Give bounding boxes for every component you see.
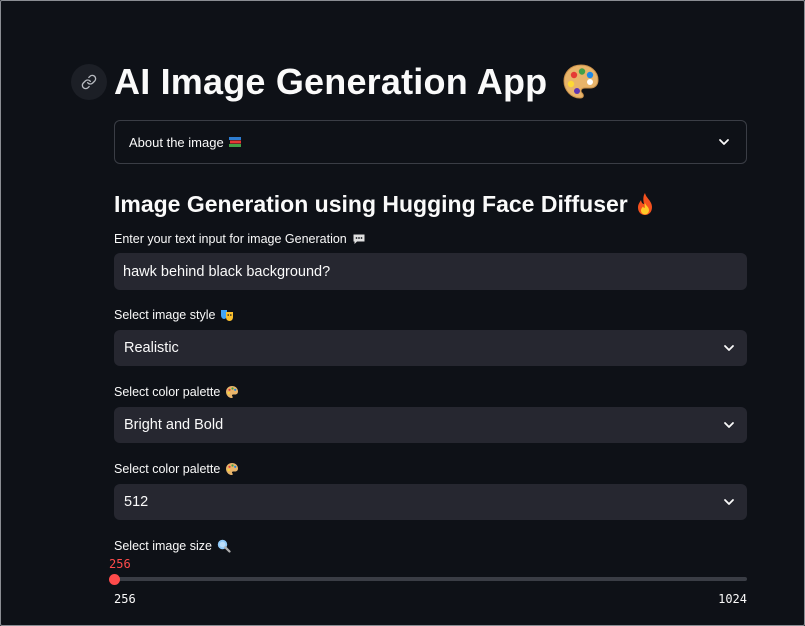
resolution-select-value: 512 — [124, 494, 149, 510]
palette-select[interactable]: Bright and Bold — [114, 407, 747, 443]
resolution-select-widget: Select color palette 512 — [114, 460, 747, 520]
fire-icon — [637, 193, 652, 215]
size-slider-label: Select image size — [114, 539, 212, 553]
main-content: AI Image Generation App About the image — [109, 57, 747, 615]
text-input-widget: Enter your text input for image Generati… — [114, 230, 747, 290]
books-icon — [228, 137, 241, 147]
chevron-down-icon — [724, 345, 734, 351]
about-image-expander[interactable]: About the image — [114, 120, 747, 164]
artist-palette-icon — [226, 386, 239, 398]
size-slider-label-row: Select image size — [114, 537, 747, 555]
magnifying-glass-icon — [217, 539, 231, 553]
style-select-label-row: Select image style — [114, 306, 747, 324]
slider-thumb[interactable] — [109, 574, 120, 585]
artist-palette-icon — [226, 463, 239, 475]
chevron-down-icon — [724, 499, 734, 505]
page-title: AI Image Generation App — [114, 61, 548, 102]
text-input-label: Enter your text input for image Generati… — [114, 232, 347, 246]
slider-max-label: 1024 — [718, 592, 747, 606]
palette-select-label: Select color palette — [114, 385, 221, 399]
palette-select-label-row: Select color palette — [114, 383, 747, 401]
expander-label-group: About the image — [129, 135, 242, 150]
slider-min-label: 256 — [114, 592, 136, 606]
style-select[interactable]: Realistic — [114, 330, 747, 366]
resolution-select-label: Select color palette — [114, 462, 221, 476]
expander-label: About the image — [129, 134, 224, 150]
palette-select-value: Bright and Bold — [124, 417, 224, 433]
style-select-value: Realistic — [124, 340, 179, 356]
link-icon — [81, 74, 97, 90]
slider-current-value: 256 — [109, 557, 131, 571]
subheader-text: Image Generation using Hugging Face Diff… — [114, 190, 628, 217]
app-window: AI Image Generation App About the image — [0, 0, 805, 626]
artist-palette-icon — [563, 64, 599, 99]
prompt-text-input[interactable] — [114, 253, 747, 290]
size-slider-widget: Select image size 256 256 1024 — [109, 537, 747, 615]
style-select-label: Select image style — [114, 308, 216, 322]
slider-track[interactable] — [114, 577, 747, 581]
palette-select-widget: Select color palette Bright and Bold — [114, 383, 747, 443]
text-input-label-row: Enter your text input for image Generati… — [114, 230, 747, 248]
resolution-select-label-row: Select color palette — [114, 460, 747, 478]
style-select-widget: Select image style Realistic — [114, 306, 747, 366]
title-row: AI Image Generation App — [114, 57, 747, 107]
theater-masks-icon — [221, 310, 234, 321]
size-slider[interactable]: 256 256 1024 — [109, 555, 747, 615]
resolution-select[interactable]: 512 — [114, 484, 747, 520]
speech-bubble-icon — [353, 234, 365, 244]
chevron-down-icon — [724, 422, 734, 428]
section-subheader: Image Generation using Hugging Face Diff… — [114, 188, 747, 220]
title-anchor-link[interactable] — [71, 64, 107, 100]
chevron-down-icon — [719, 139, 729, 145]
